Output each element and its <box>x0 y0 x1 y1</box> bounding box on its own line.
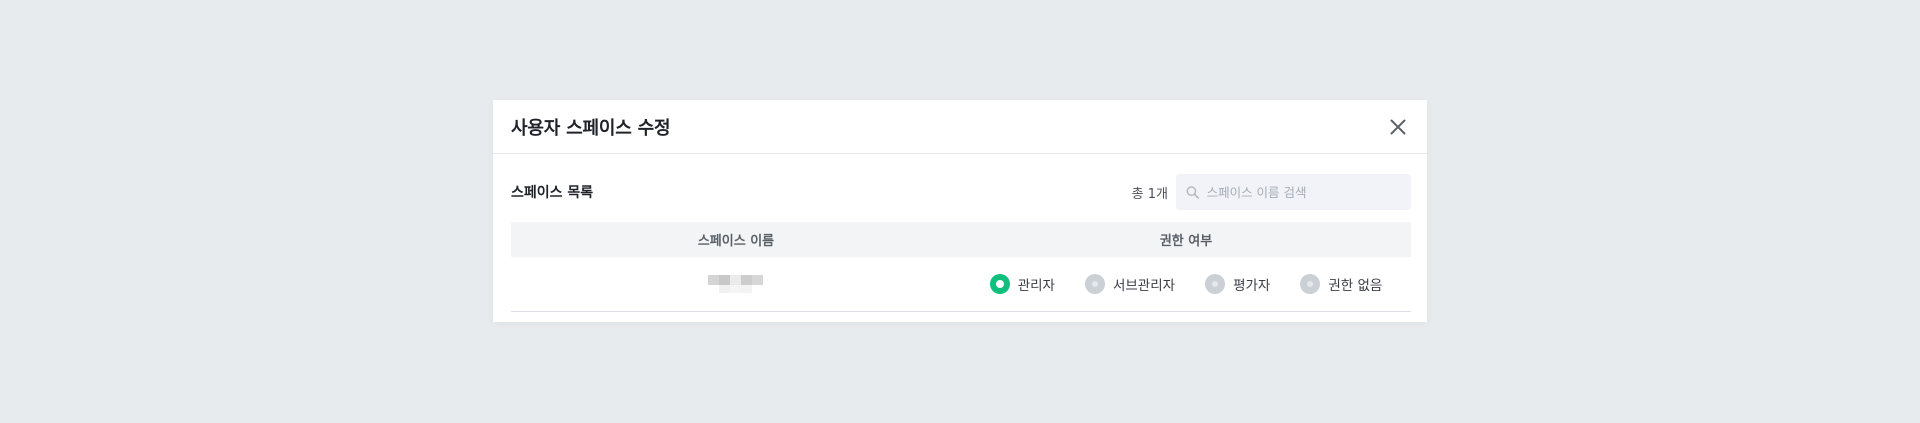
header-space-name: 스페이스 이름 <box>697 234 775 249</box>
search-box[interactable] <box>1176 174 1411 210</box>
radio-no-permission[interactable]: 권한 없음 <box>1300 274 1382 294</box>
table-row: 관리자 서브관리자 평가자 권한 없음 <box>511 257 1411 312</box>
modal-title: 사용자 스페이스 수정 <box>511 117 671 139</box>
space-name-redacted <box>708 271 764 293</box>
radio-label-no-permission: 권한 없음 <box>1328 278 1383 294</box>
search-icon <box>1186 185 1200 199</box>
radio-label-sub-admin: 서브관리자 <box>1112 278 1176 294</box>
total-count: 총 1개 <box>1131 186 1168 202</box>
radio-unchecked-icon <box>1300 274 1321 294</box>
radio-sub-admin[interactable]: 서브관리자 <box>1084 274 1176 294</box>
modal-body: 스페이스 목록 총 1개 스페이스 이름 권한 여부 <box>493 154 1427 312</box>
space-table: 스페이스 이름 권한 여부 관리자 서브관리자 평가자 권한 없음 <box>511 222 1411 312</box>
space-name-cell <box>511 271 961 297</box>
permission-radio-group: 관리자 서브관리자 평가자 권한 없음 <box>961 274 1411 294</box>
list-toolbar: 스페이스 목록 총 1개 <box>511 174 1411 210</box>
edit-user-space-modal: 사용자 스페이스 수정 스페이스 목록 총 1개 스페이스 이름 검색 스페이스… <box>493 100 1427 322</box>
radio-admin[interactable]: 관리자 <box>989 274 1055 294</box>
table-header: 스페이스 이름 권한 여부 <box>511 222 1411 257</box>
toolbar-right: 총 1개 <box>1132 174 1411 210</box>
permission-cell: 관리자 서브관리자 평가자 권한 없음 <box>961 274 1411 294</box>
radio-evaluator[interactable]: 평가자 <box>1205 274 1270 294</box>
radio-checked-icon <box>989 274 1010 294</box>
radio-label-evaluator: 평가자 <box>1233 278 1271 294</box>
modal-header: 사용자 스페이스 수정 <box>493 100 1427 154</box>
radio-unchecked-icon <box>1205 274 1226 294</box>
space-search-input[interactable] <box>1206 184 1401 200</box>
radio-unchecked-icon <box>1084 274 1105 294</box>
radio-label-admin: 관리자 <box>1017 278 1055 294</box>
close-button[interactable] <box>1387 116 1409 138</box>
header-permission: 권한 여부 <box>1159 234 1213 249</box>
close-icon <box>1390 119 1406 134</box>
space-list-title: 스페이스 목록 <box>511 185 594 201</box>
